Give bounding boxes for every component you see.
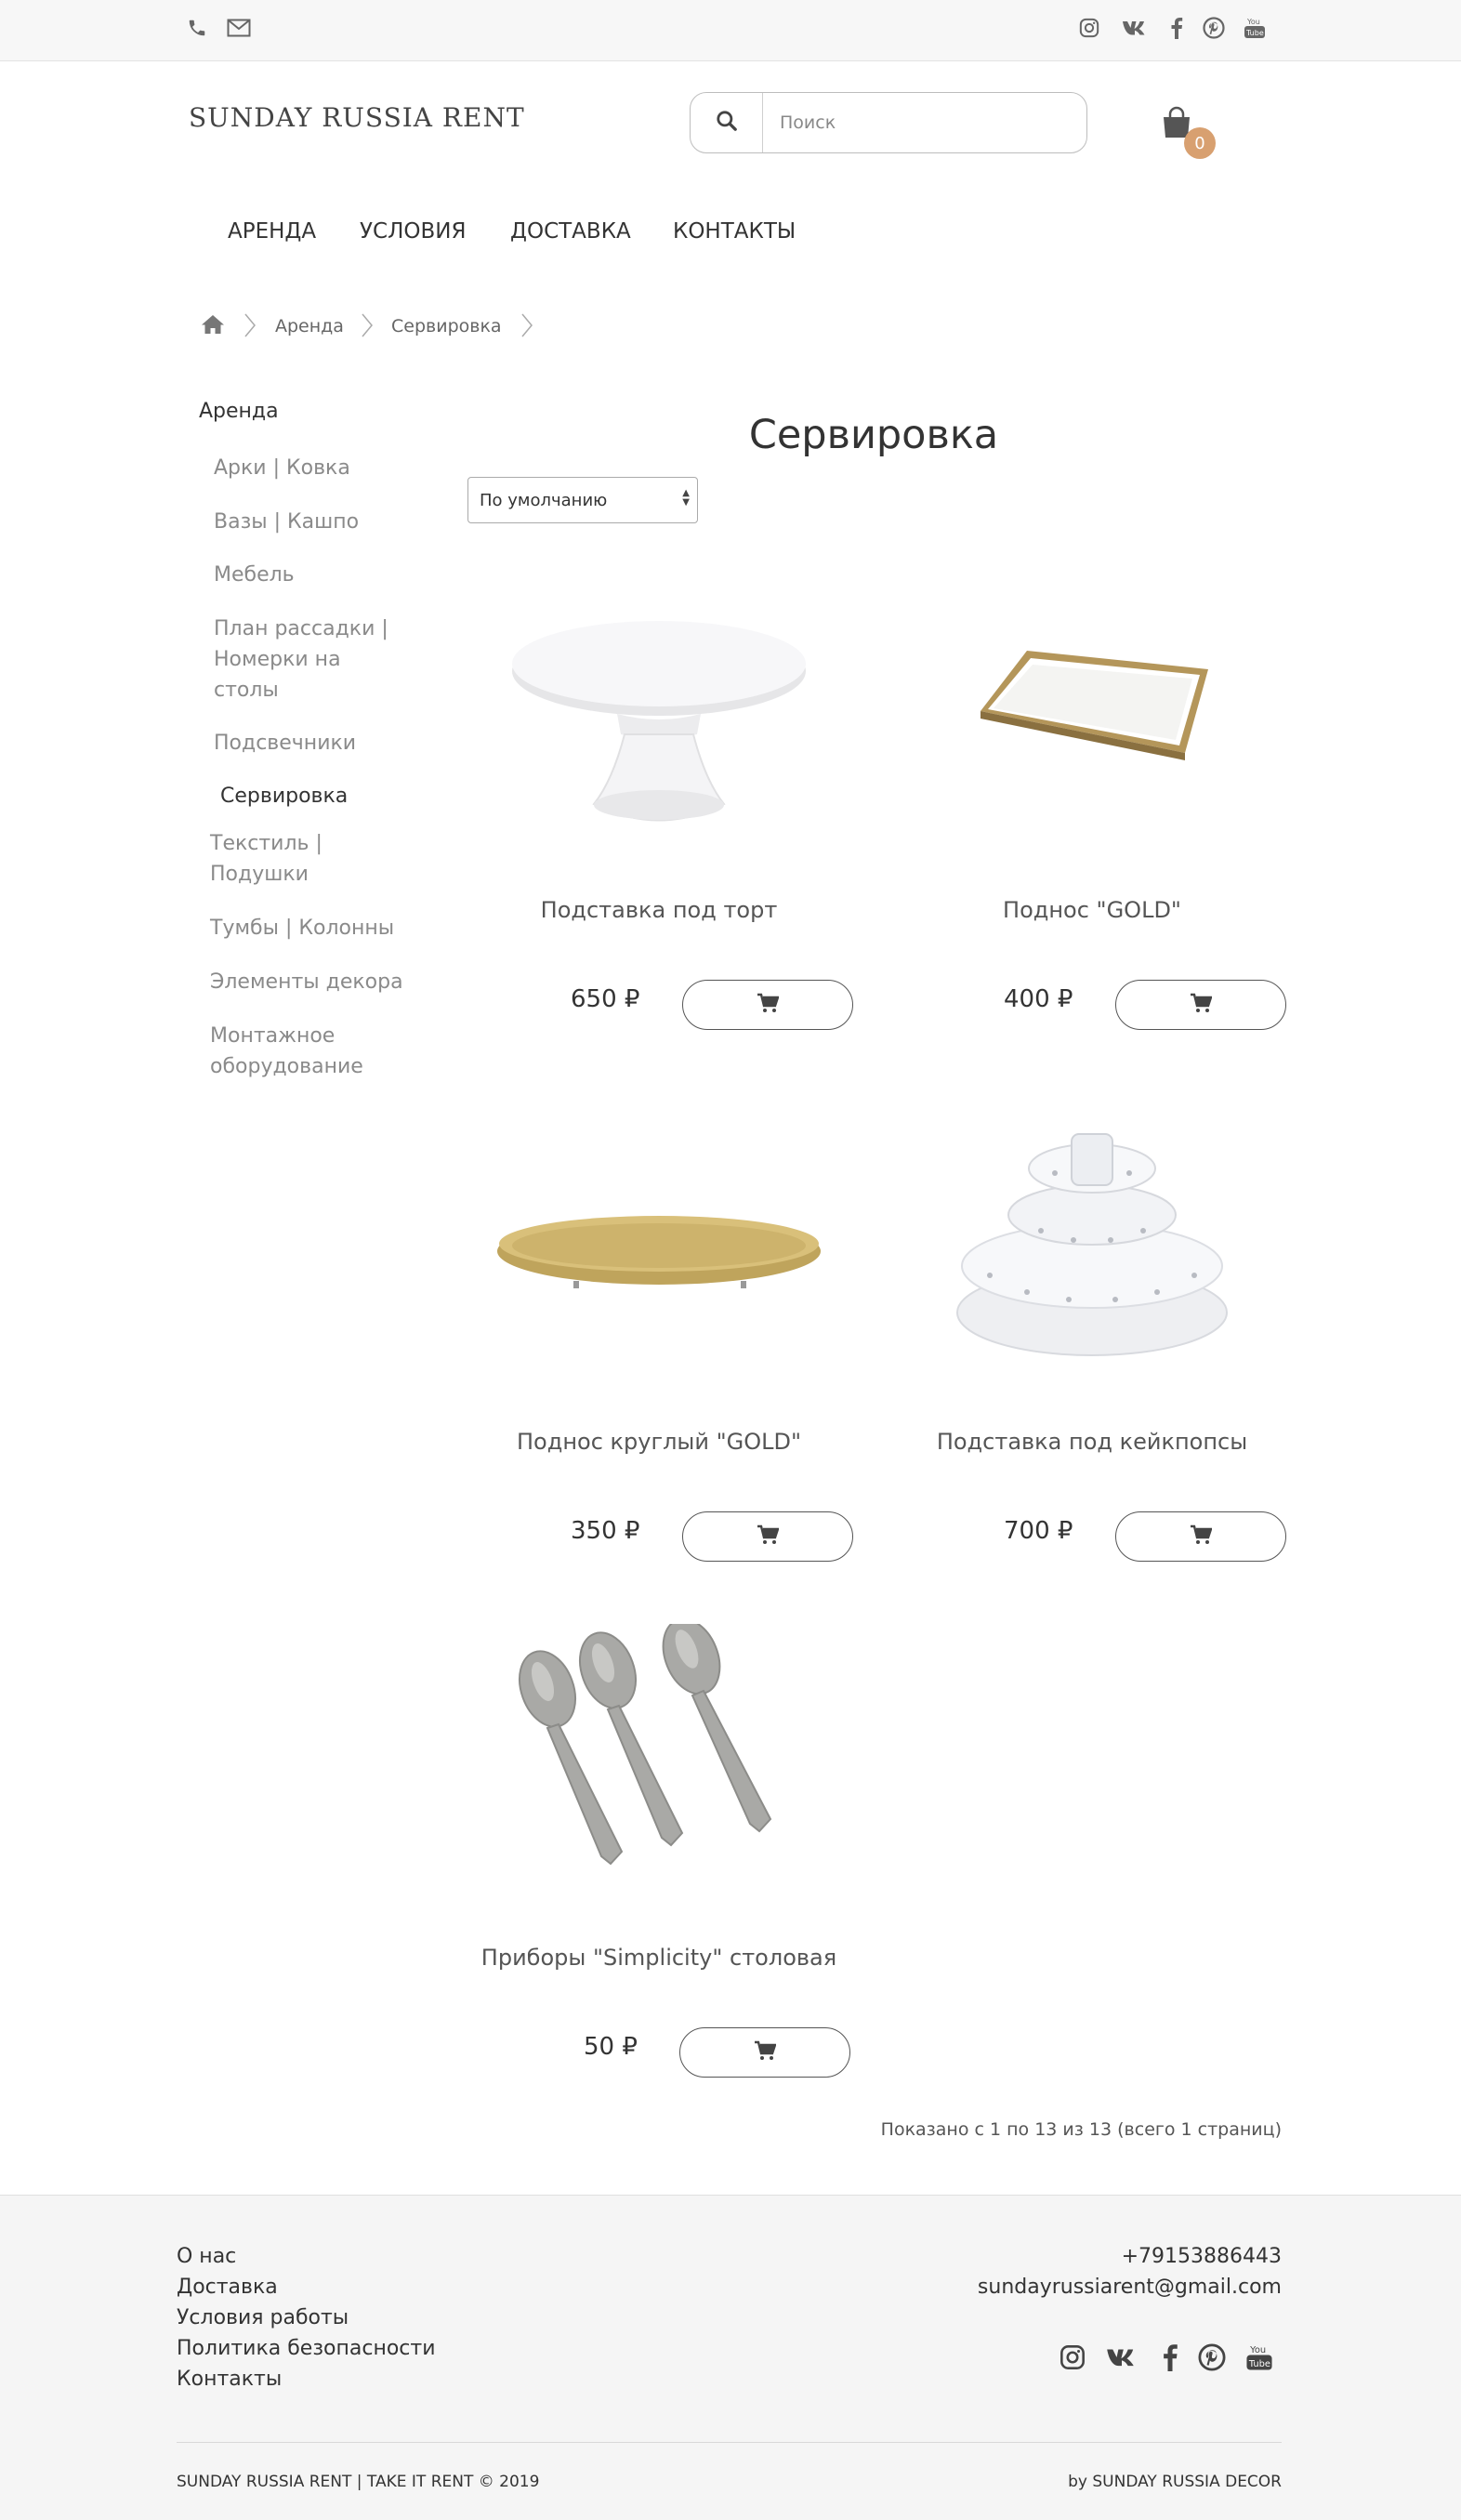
product-card: Поднос "GOLD" 400 ₽ bbox=[874, 562, 1310, 1036]
search-button[interactable] bbox=[691, 93, 763, 152]
facebook-icon[interactable] bbox=[1154, 2342, 1186, 2373]
footer-credit[interactable]: by SUNDAY RUSSIA DECOR bbox=[1068, 2473, 1282, 2491]
product-image-cakepop-stand[interactable] bbox=[874, 1094, 1310, 1401]
product-card: Подставка под кейкпопсы 700 ₽ bbox=[874, 1094, 1310, 1568]
add-to-cart-button[interactable] bbox=[679, 2027, 850, 2078]
product-price: 700 ₽ bbox=[1004, 1517, 1073, 1545]
cart-icon bbox=[754, 2040, 777, 2065]
product-price: 350 ₽ bbox=[571, 1517, 640, 1545]
sidebar-item-elementy-dekora[interactable]: Элементы декора bbox=[210, 967, 424, 997]
youtube-icon[interactable]: You Tube bbox=[1244, 2342, 1275, 2373]
cart-icon bbox=[1190, 993, 1213, 1017]
sidebar-item-plan-rassadki[interactable]: План рассадки | Номерки на столы bbox=[214, 614, 400, 706]
footer-copyright: SUNDAY RUSSIA RENT | TAKE IT RENT © 2019 bbox=[177, 2473, 540, 2491]
add-to-cart-button[interactable] bbox=[682, 980, 853, 1030]
product-card: Приборы "Simplicity" столовая 50 ₽ bbox=[441, 1610, 877, 2084]
product-image-mirror-tray[interactable] bbox=[874, 562, 1310, 869]
select-arrows-icon: ▲ ▼ bbox=[682, 488, 690, 508]
product-price: 50 ₽ bbox=[584, 2033, 638, 2061]
pinterest-icon[interactable] bbox=[1201, 15, 1227, 41]
search-box bbox=[690, 92, 1087, 153]
facebook-icon[interactable] bbox=[1164, 15, 1190, 41]
top-bar: You Tube bbox=[0, 0, 1461, 61]
page-title: Сервировка bbox=[748, 412, 999, 458]
product-image-spoons[interactable] bbox=[441, 1610, 877, 1917]
product-price: 650 ₽ bbox=[571, 985, 640, 1013]
product-name[interactable]: Приборы "Simplicity" столовая bbox=[441, 1945, 877, 1971]
footer-link-privacy[interactable]: Политика безопасности bbox=[177, 2337, 436, 2360]
sidebar-item-servirovka[interactable]: Сервировка bbox=[220, 781, 406, 811]
product-card: Поднос круглый "GOLD" 350 ₽ bbox=[441, 1094, 877, 1568]
sidebar-title[interactable]: Аренда bbox=[199, 400, 279, 423]
footer-link-contacts[interactable]: Контакты bbox=[177, 2368, 282, 2391]
nav-item-arenda[interactable]: АРЕНДА bbox=[228, 219, 316, 244]
product-name[interactable]: Поднос круглый "GOLD" bbox=[441, 1429, 877, 1455]
sort-select[interactable]: По умолчанию ▲ ▼ bbox=[467, 477, 698, 523]
nav-item-usloviya[interactable]: УСЛОВИЯ bbox=[360, 219, 466, 244]
cart-icon bbox=[1190, 1524, 1213, 1549]
cart-count-badge: 0 bbox=[1184, 127, 1216, 159]
svg-text:Tube: Tube bbox=[1245, 29, 1264, 37]
home-icon[interactable] bbox=[201, 313, 225, 339]
sort-selected-value: По умолчанию bbox=[480, 490, 608, 510]
search-input[interactable] bbox=[763, 93, 1086, 152]
product-image-round-gold-tray[interactable] bbox=[441, 1094, 877, 1401]
search-icon bbox=[715, 109, 739, 137]
cart-icon bbox=[757, 1524, 780, 1549]
nav-item-kontakty[interactable]: КОНТАКТЫ bbox=[673, 219, 796, 244]
youtube-icon[interactable]: You Tube bbox=[1242, 15, 1268, 41]
vk-icon[interactable] bbox=[1122, 15, 1148, 41]
product-name[interactable]: Подставка под торт bbox=[441, 897, 877, 923]
pagination-summary: Показано с 1 по 13 из 13 (всего 1 страни… bbox=[880, 2119, 1282, 2140]
footer: О нас Доставка Условия работы Политика б… bbox=[0, 2195, 1461, 2520]
svg-text:Tube: Tube bbox=[1248, 2359, 1270, 2369]
product-image-cake-stand[interactable] bbox=[441, 562, 877, 869]
footer-link-terms[interactable]: Условия работы bbox=[177, 2306, 349, 2329]
site-logo[interactable]: SUNDAY RUSSIA RENT bbox=[189, 102, 525, 133]
sidebar-item-tekstil[interactable]: Текстиль | Подушки bbox=[210, 828, 396, 890]
breadcrumb-servirovka[interactable]: Сервировка bbox=[391, 316, 502, 336]
add-to-cart-button[interactable] bbox=[1115, 980, 1286, 1030]
breadcrumb-arenda[interactable]: Аренда bbox=[275, 316, 344, 336]
footer-link-delivery[interactable]: Доставка bbox=[177, 2276, 278, 2299]
nav-item-dostavka[interactable]: ДОСТАВКА bbox=[510, 219, 631, 244]
chevron-right-icon bbox=[361, 311, 374, 343]
mail-icon[interactable] bbox=[226, 15, 252, 41]
sidebar-item-arki[interactable]: Арки | Ковка bbox=[214, 453, 400, 483]
product-name[interactable]: Поднос "GOLD" bbox=[874, 897, 1310, 923]
add-to-cart-button[interactable] bbox=[1115, 1511, 1286, 1562]
product-price: 400 ₽ bbox=[1004, 985, 1073, 1013]
product-card: Подставка под торт 650 ₽ bbox=[441, 562, 877, 1036]
instagram-icon[interactable] bbox=[1057, 2342, 1088, 2373]
phone-icon[interactable] bbox=[184, 15, 210, 41]
sidebar-item-montazhnoe[interactable]: Монтажное оборудование bbox=[210, 1021, 396, 1082]
sidebar-item-podsvechniki[interactable]: Подсвечники bbox=[214, 728, 400, 759]
chevron-right-icon bbox=[244, 311, 257, 343]
footer-phone[interactable]: +79153886443 bbox=[1122, 2245, 1282, 2268]
sidebar-item-tumby[interactable]: Тумбы | Колонны bbox=[210, 913, 396, 943]
add-to-cart-button[interactable] bbox=[682, 1511, 853, 1562]
footer-link-about[interactable]: О нас bbox=[177, 2245, 236, 2268]
footer-email[interactable]: sundayrussiarent@gmail.com bbox=[978, 2276, 1282, 2299]
svg-text:You: You bbox=[1246, 18, 1260, 26]
footer-divider bbox=[177, 2442, 1282, 2443]
cart-icon bbox=[757, 993, 780, 1017]
svg-text:You: You bbox=[1249, 2345, 1266, 2355]
sidebar-item-vazy[interactable]: Вазы | Кашпо bbox=[214, 507, 400, 537]
vk-icon[interactable] bbox=[1106, 2342, 1138, 2373]
instagram-icon[interactable] bbox=[1076, 15, 1102, 41]
sidebar-item-mebel[interactable]: Мебель bbox=[214, 560, 400, 590]
pinterest-icon[interactable] bbox=[1196, 2342, 1228, 2373]
product-name[interactable]: Подставка под кейкпопсы bbox=[874, 1429, 1310, 1455]
chevron-right-icon bbox=[520, 311, 533, 343]
